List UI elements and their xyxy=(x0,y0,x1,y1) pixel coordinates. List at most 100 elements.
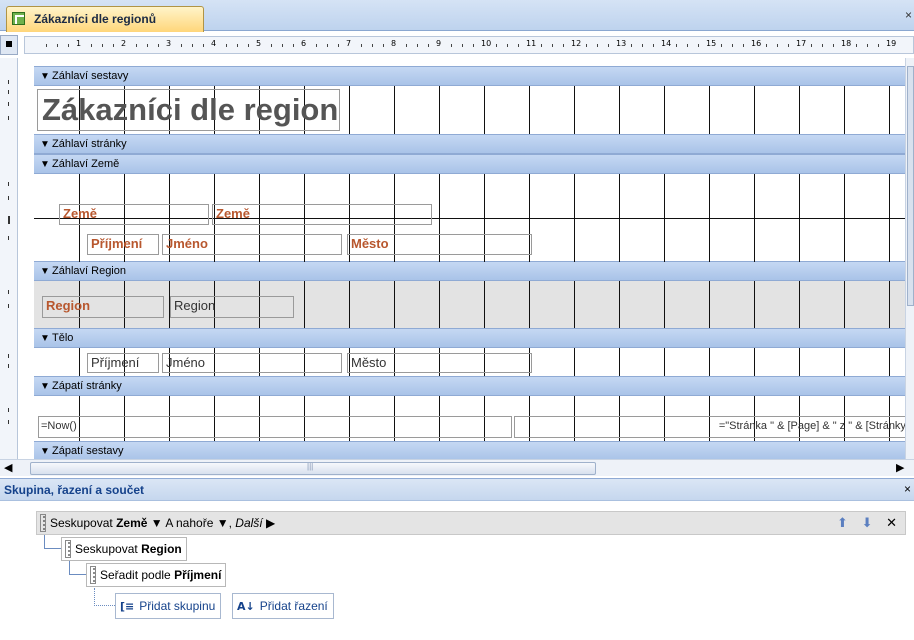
drag-handle-icon[interactable] xyxy=(40,514,46,532)
horizontal-ruler: 1 2 3 4 5 6 7 8 9 10 11 12 13 14 15 16 17 18 19 xyxy=(24,36,914,54)
ruler-tick xyxy=(473,44,474,47)
report-tab[interactable]: Zákazníci dle regionů xyxy=(6,6,204,32)
dropdown-arrow-icon[interactable]: ▼ xyxy=(217,516,229,530)
city-label[interactable]: Město xyxy=(347,234,532,255)
drag-handle-icon[interactable] xyxy=(65,540,71,558)
vertical-scrollbar[interactable] xyxy=(905,58,914,459)
ruler-tick xyxy=(417,44,418,47)
ruler-tick xyxy=(136,44,137,47)
ruler-tick xyxy=(271,44,272,47)
ruler-tick xyxy=(462,44,463,47)
band-arrow-icon: ▼ xyxy=(40,446,50,457)
city-field[interactable]: Město xyxy=(347,353,532,373)
ruler-tick xyxy=(721,44,722,47)
ruler-tick xyxy=(147,44,148,47)
close-icon[interactable]: × xyxy=(905,8,912,22)
ruler-number: 4 xyxy=(211,39,217,48)
delete-icon[interactable]: ✕ xyxy=(886,515,897,530)
group-field[interactable]: Země xyxy=(116,516,147,530)
ruler-number: 10 xyxy=(481,39,492,48)
report-design-surface[interactable]: ▼ Záhlaví sestavy ▼ Záhlaví stránky ▼ Zá… xyxy=(34,58,914,459)
name-label[interactable]: Jméno xyxy=(162,234,342,255)
band-page-header[interactable]: ▼ Záhlaví stránky xyxy=(34,134,914,154)
surname-label[interactable]: Příjmení xyxy=(87,234,159,255)
drag-handle-icon[interactable] xyxy=(90,566,96,584)
group-row-region[interactable]: Seskupovat Region xyxy=(61,537,187,561)
now-field[interactable]: =Now() xyxy=(38,416,512,438)
more-arrow-icon[interactable]: ▶ xyxy=(266,516,275,530)
ruler-tick xyxy=(338,44,339,47)
ruler-tick xyxy=(822,44,823,47)
group-sort-pane-title: Skupina, řazení a součet xyxy=(4,483,145,497)
sort-row-surname[interactable]: Seřadit podle Příjmení xyxy=(86,563,227,587)
ruler-number: 17 xyxy=(796,39,807,48)
section-region-header[interactable] xyxy=(34,281,914,328)
ruler-tick xyxy=(203,44,204,47)
ruler-tick xyxy=(867,44,868,47)
group-field[interactable]: Region xyxy=(141,542,182,556)
dropdown-arrow-icon[interactable]: ▼ xyxy=(151,516,163,530)
band-report-footer[interactable]: ▼ Zápatí sestavy xyxy=(34,441,914,459)
add-sort-label: Přidat řazení xyxy=(259,599,328,613)
ruler-number: 12 xyxy=(571,39,582,48)
region-label[interactable]: Region xyxy=(42,296,164,318)
close-icon[interactable]: × xyxy=(904,482,911,496)
ruler-tick xyxy=(46,44,47,47)
sort-order[interactable]: A nahoře xyxy=(165,516,213,530)
ruler-tick xyxy=(507,44,508,47)
ruler-tick xyxy=(361,44,362,47)
band-country-header[interactable]: ▼ Záhlaví Země xyxy=(34,154,914,174)
ruler-tick xyxy=(91,44,92,47)
band-label: Záhlaví Region xyxy=(52,265,126,277)
band-region-header[interactable]: ▼ Záhlaví Region xyxy=(34,261,914,281)
band-label: Tělo xyxy=(52,332,74,344)
region-field[interactable]: Region xyxy=(170,296,294,318)
country-label[interactable]: Země xyxy=(59,204,209,225)
band-detail[interactable]: ▼ Tělo xyxy=(34,328,914,348)
ruler-tick xyxy=(293,44,294,47)
ruler-tick xyxy=(226,44,227,47)
ruler-tick xyxy=(102,44,103,47)
add-group-label: Přidat skupinu xyxy=(139,599,216,613)
country-field[interactable]: Země xyxy=(212,204,432,225)
ruler-tick xyxy=(327,44,328,47)
ruler-tick xyxy=(687,44,688,47)
ruler-tick xyxy=(541,44,542,47)
ruler-tick xyxy=(372,44,373,47)
ruler-tick xyxy=(777,44,778,47)
report-title-label[interactable]: Zákazníci dle regionů xyxy=(37,89,340,131)
sort-field[interactable]: Příjmení xyxy=(174,568,221,582)
page-number-field[interactable]: ="Stránka " & [Page] & " z " & [Stránky] xyxy=(514,416,914,438)
ruler-select-corner[interactable] xyxy=(0,35,18,55)
report-tab-label: Zákazníci dle regionů xyxy=(34,12,157,26)
ruler-tick xyxy=(406,44,407,47)
ruler-tick xyxy=(788,44,789,47)
ruler-tick xyxy=(57,44,58,47)
vertical-ruler xyxy=(0,58,18,462)
ruler-tick xyxy=(518,44,519,47)
add-group-button[interactable]: [≡ Přidat skupinu xyxy=(115,593,222,619)
ruler-tick xyxy=(833,44,834,47)
scroll-right-icon[interactable]: ▶ xyxy=(896,461,904,474)
move-down-icon[interactable]: ⬇ xyxy=(862,515,873,530)
more-options[interactable]: Další xyxy=(235,516,262,530)
ruler-tick xyxy=(878,44,879,47)
band-report-header[interactable]: ▼ Záhlaví sestavy xyxy=(34,66,914,86)
ruler-tick xyxy=(428,44,429,47)
horizontal-scroll-thumb[interactable] xyxy=(30,462,596,475)
horizontal-scrollbar[interactable]: ◀ ▶ xyxy=(0,459,914,476)
ruler-tick xyxy=(676,44,677,47)
move-up-icon[interactable]: ⬆ xyxy=(837,515,848,530)
ruler-tick xyxy=(552,44,553,47)
vertical-scroll-thumb[interactable] xyxy=(907,66,914,306)
surname-field[interactable]: Příjmení xyxy=(87,353,159,373)
name-field[interactable]: Jméno xyxy=(162,353,342,373)
sort-prefix: Seřadit podle xyxy=(100,568,171,582)
group-prefix: Seskupovat xyxy=(75,542,138,556)
band-page-footer[interactable]: ▼ Zápatí stránky xyxy=(34,376,914,396)
scroll-left-icon[interactable]: ◀ xyxy=(4,461,12,474)
add-sort-button[interactable]: A↓ Přidat řazení xyxy=(232,593,334,619)
group-row-country[interactable]: Seskupovat Země ▼ A nahoře ▼, Další ▶ ⬆ … xyxy=(36,511,906,535)
band-label: Záhlaví Země xyxy=(52,158,120,170)
ruler-tick xyxy=(68,44,69,47)
